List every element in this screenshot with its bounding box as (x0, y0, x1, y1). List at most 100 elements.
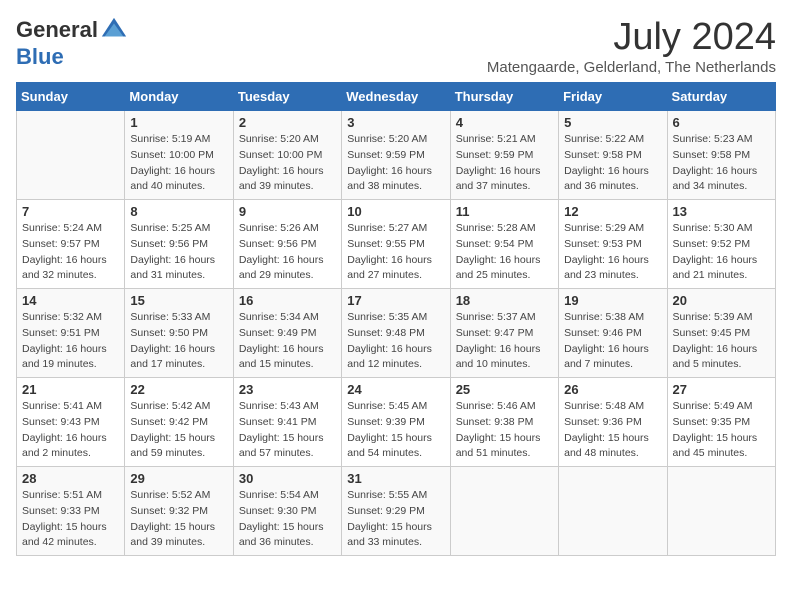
calendar-header-row: SundayMondayTuesdayWednesdayThursdayFrid… (17, 83, 776, 111)
calendar-cell: 10 Sunrise: 5:27 AM Sunset: 9:55 PM Dayli… (342, 200, 450, 289)
day-info: Sunrise: 5:22 AM Sunset: 9:58 PM Dayligh… (564, 132, 661, 195)
calendar-cell: 5 Sunrise: 5:22 AM Sunset: 9:58 PM Daylig… (559, 111, 667, 200)
logo-icon (100, 16, 128, 44)
header-thursday: Thursday (450, 83, 558, 111)
day-number: 5 (564, 115, 661, 130)
day-number: 17 (347, 293, 444, 308)
day-info: Sunrise: 5:21 AM Sunset: 9:59 PM Dayligh… (456, 132, 553, 195)
day-info: Sunrise: 5:20 AM Sunset: 9:59 PM Dayligh… (347, 132, 444, 195)
day-number: 3 (347, 115, 444, 130)
calendar-cell: 20 Sunrise: 5:39 AM Sunset: 9:45 PM Dayli… (667, 289, 775, 378)
calendar-cell: 28 Sunrise: 5:51 AM Sunset: 9:33 PM Dayli… (17, 467, 125, 556)
calendar-week-row: 14Sunrise: 5:32 AM Sunset: 9:51 PM Dayli… (17, 289, 776, 378)
calendar-cell: 4 Sunrise: 5:21 AM Sunset: 9:59 PM Daylig… (450, 111, 558, 200)
calendar-cell: 2 Sunrise: 5:20 AM Sunset: 10:00 PM Dayli… (233, 111, 341, 200)
day-number: 30 (239, 471, 336, 486)
calendar-cell: 17 Sunrise: 5:35 AM Sunset: 9:48 PM Dayli… (342, 289, 450, 378)
day-number: 15 (130, 293, 227, 308)
calendar-cell: 18 Sunrise: 5:37 AM Sunset: 9:47 PM Dayli… (450, 289, 558, 378)
calendar-week-row: 28 Sunrise: 5:51 AM Sunset: 9:33 PM Dayli… (17, 467, 776, 556)
calendar-cell: 21 Sunrise: 5:41 AM Sunset: 9:43 PM Dayli… (17, 378, 125, 467)
day-info: Sunrise: 5:51 AM Sunset: 9:33 PM Dayligh… (22, 488, 119, 551)
day-info: Sunrise: 5:29 AM Sunset: 9:53 PM Dayligh… (564, 221, 661, 284)
day-info: Sunrise: 5:52 AM Sunset: 9:32 PM Dayligh… (130, 488, 227, 551)
day-number: 28 (22, 471, 119, 486)
header-tuesday: Tuesday (233, 83, 341, 111)
calendar-table: SundayMondayTuesdayWednesdayThursdayFrid… (16, 82, 776, 556)
day-info: Sunrise: 5:48 AM Sunset: 9:36 PM Dayligh… (564, 399, 661, 462)
calendar-cell: 3 Sunrise: 5:20 AM Sunset: 9:59 PM Daylig… (342, 111, 450, 200)
day-number: 10 (347, 204, 444, 219)
day-number: 25 (456, 382, 553, 397)
calendar-cell: 26 Sunrise: 5:48 AM Sunset: 9:36 PM Dayli… (559, 378, 667, 467)
day-info: Sunrise: 5:35 AM Sunset: 9:48 PM Dayligh… (347, 310, 444, 373)
location-title: Matengaarde, Gelderland, The Netherlands (487, 59, 776, 76)
calendar-cell: 15Sunrise: 5:33 AM Sunset: 9:50 PM Dayli… (125, 289, 233, 378)
calendar-cell: 25Sunrise: 5:46 AM Sunset: 9:38 PM Dayli… (450, 378, 558, 467)
day-number: 26 (564, 382, 661, 397)
day-info: Sunrise: 5:37 AM Sunset: 9:47 PM Dayligh… (456, 310, 553, 373)
day-info: Sunrise: 5:32 AM Sunset: 9:51 PM Dayligh… (22, 310, 119, 373)
calendar-week-row: 21 Sunrise: 5:41 AM Sunset: 9:43 PM Dayli… (17, 378, 776, 467)
calendar-cell: 12Sunrise: 5:29 AM Sunset: 9:53 PM Dayli… (559, 200, 667, 289)
day-info: Sunrise: 5:49 AM Sunset: 9:35 PM Dayligh… (673, 399, 770, 462)
calendar-cell: 23 Sunrise: 5:43 AM Sunset: 9:41 PM Dayli… (233, 378, 341, 467)
header-monday: Monday (125, 83, 233, 111)
day-info: Sunrise: 5:42 AM Sunset: 9:42 PM Dayligh… (130, 399, 227, 462)
day-number: 9 (239, 204, 336, 219)
day-number: 24 (347, 382, 444, 397)
day-number: 18 (456, 293, 553, 308)
header-friday: Friday (559, 83, 667, 111)
page-header: General Blue July 2024 Matengaarde, Geld… (16, 16, 776, 76)
day-number: 13 (673, 204, 770, 219)
day-number: 29 (130, 471, 227, 486)
calendar-cell: 31Sunrise: 5:55 AM Sunset: 9:29 PM Dayli… (342, 467, 450, 556)
day-info: Sunrise: 5:45 AM Sunset: 9:39 PM Dayligh… (347, 399, 444, 462)
calendar-cell: 13 Sunrise: 5:30 AM Sunset: 9:52 PM Dayli… (667, 200, 775, 289)
day-number: 19 (564, 293, 661, 308)
day-number: 11 (456, 204, 553, 219)
day-info: Sunrise: 5:30 AM Sunset: 9:52 PM Dayligh… (673, 221, 770, 284)
calendar-cell: 1Sunrise: 5:19 AM Sunset: 10:00 PM Dayli… (125, 111, 233, 200)
day-info: Sunrise: 5:54 AM Sunset: 9:30 PM Dayligh… (239, 488, 336, 551)
day-info: Sunrise: 5:43 AM Sunset: 9:41 PM Dayligh… (239, 399, 336, 462)
day-info: Sunrise: 5:25 AM Sunset: 9:56 PM Dayligh… (130, 221, 227, 284)
title-section: July 2024 Matengaarde, Gelderland, The N… (487, 16, 776, 76)
header-wednesday: Wednesday (342, 83, 450, 111)
calendar-cell: 22 Sunrise: 5:42 AM Sunset: 9:42 PM Dayli… (125, 378, 233, 467)
logo-general-text: General (16, 17, 98, 43)
day-info: Sunrise: 5:38 AM Sunset: 9:46 PM Dayligh… (564, 310, 661, 373)
logo: General Blue (16, 16, 128, 70)
calendar-cell: 27 Sunrise: 5:49 AM Sunset: 9:35 PM Dayli… (667, 378, 775, 467)
calendar-cell: 8Sunrise: 5:25 AM Sunset: 9:56 PM Daylig… (125, 200, 233, 289)
calendar-cell (17, 111, 125, 200)
day-number: 21 (22, 382, 119, 397)
logo-blue-text: Blue (16, 44, 64, 70)
day-info: Sunrise: 5:27 AM Sunset: 9:55 PM Dayligh… (347, 221, 444, 284)
day-info: Sunrise: 5:41 AM Sunset: 9:43 PM Dayligh… (22, 399, 119, 462)
day-number: 4 (456, 115, 553, 130)
day-info: Sunrise: 5:19 AM Sunset: 10:00 PM Daylig… (130, 132, 227, 195)
day-info: Sunrise: 5:26 AM Sunset: 9:56 PM Dayligh… (239, 221, 336, 284)
day-info: Sunrise: 5:23 AM Sunset: 9:58 PM Dayligh… (673, 132, 770, 195)
calendar-cell: 24 Sunrise: 5:45 AM Sunset: 9:39 PM Dayli… (342, 378, 450, 467)
day-number: 2 (239, 115, 336, 130)
calendar-cell: 29 Sunrise: 5:52 AM Sunset: 9:32 PM Dayli… (125, 467, 233, 556)
day-info: Sunrise: 5:28 AM Sunset: 9:54 PM Dayligh… (456, 221, 553, 284)
header-sunday: Sunday (17, 83, 125, 111)
day-number: 22 (130, 382, 227, 397)
calendar-week-row: 7Sunrise: 5:24 AM Sunset: 9:57 PM Daylig… (17, 200, 776, 289)
day-number: 20 (673, 293, 770, 308)
day-info: Sunrise: 5:55 AM Sunset: 9:29 PM Dayligh… (347, 488, 444, 551)
day-number: 16 (239, 293, 336, 308)
day-number: 27 (673, 382, 770, 397)
day-info: Sunrise: 5:39 AM Sunset: 9:45 PM Dayligh… (673, 310, 770, 373)
day-number: 6 (673, 115, 770, 130)
calendar-cell (667, 467, 775, 556)
calendar-cell: 7Sunrise: 5:24 AM Sunset: 9:57 PM Daylig… (17, 200, 125, 289)
calendar-cell: 14Sunrise: 5:32 AM Sunset: 9:51 PM Dayli… (17, 289, 125, 378)
day-info: Sunrise: 5:20 AM Sunset: 10:00 PM Daylig… (239, 132, 336, 195)
calendar-cell: 6 Sunrise: 5:23 AM Sunset: 9:58 PM Daylig… (667, 111, 775, 200)
calendar-cell: 11 Sunrise: 5:28 AM Sunset: 9:54 PM Dayli… (450, 200, 558, 289)
day-number: 23 (239, 382, 336, 397)
